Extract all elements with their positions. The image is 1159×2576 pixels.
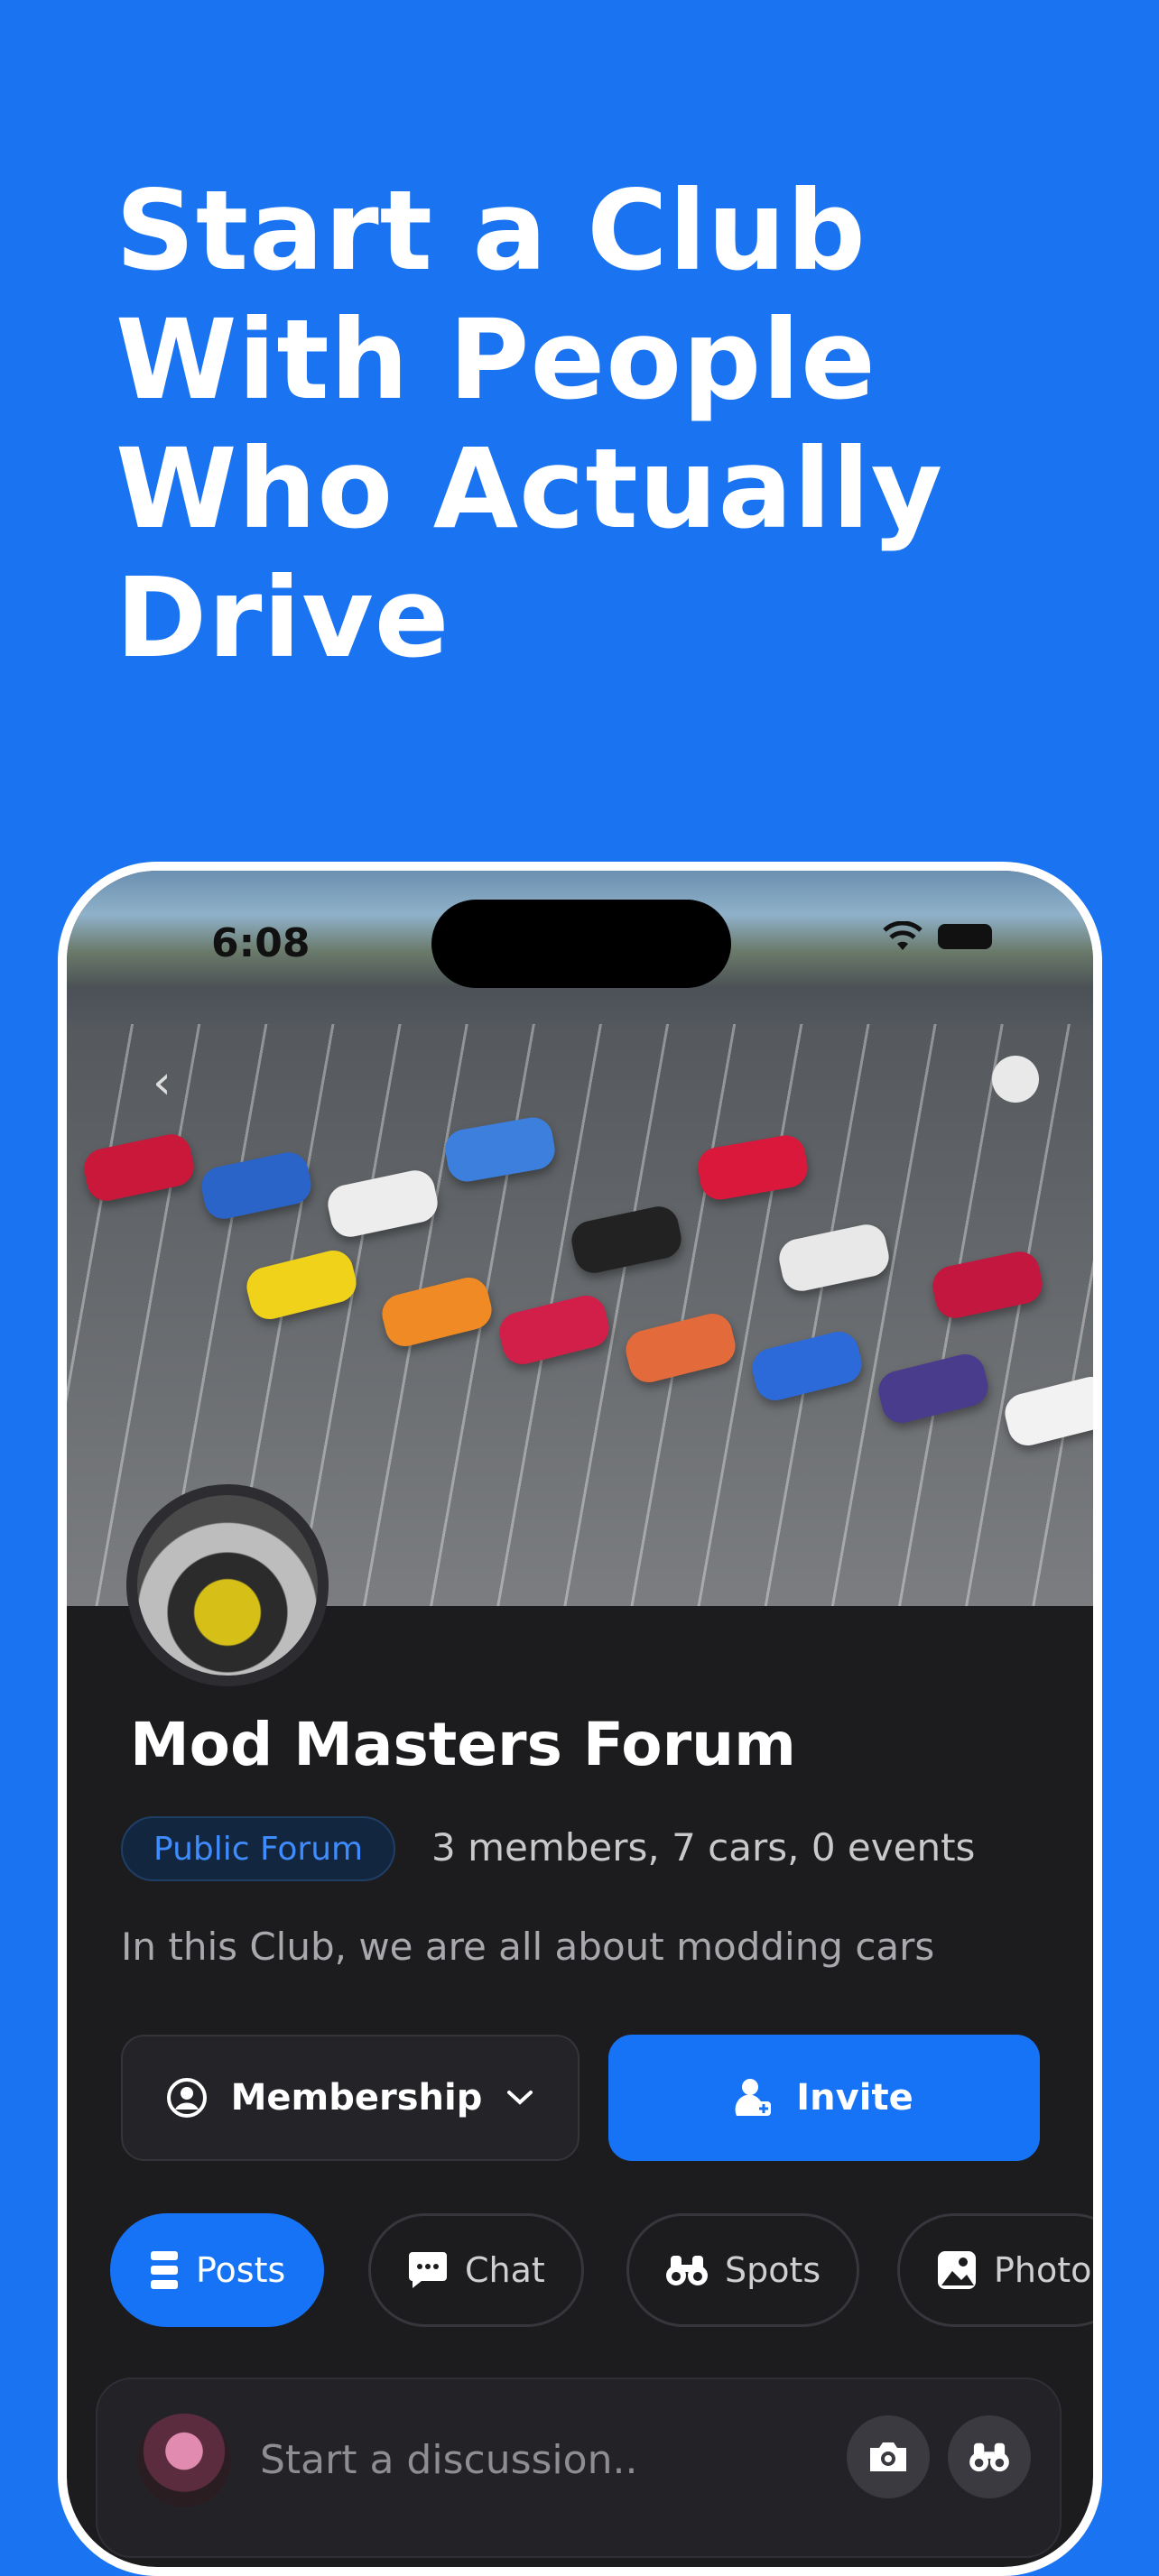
user-avatar (137, 2414, 231, 2507)
tab-photos-label: Photo (994, 2250, 1092, 2290)
posts-icon (151, 2251, 178, 2289)
membership-label: Membership (230, 2077, 483, 2119)
back-chevron-icon[interactable]: ‹ (153, 1056, 172, 1110)
promo-headline: Start a Club With People Who Actually Dr… (116, 167, 1072, 683)
tab-chat[interactable]: Chat (368, 2213, 584, 2327)
tab-spots-label: Spots (725, 2250, 821, 2290)
chevron-down-icon (507, 2091, 533, 2105)
tab-posts-label: Posts (196, 2250, 286, 2290)
discussion-composer[interactable]: Start a discussion.. (96, 2377, 1062, 2558)
dynamic-island (431, 900, 731, 988)
composer-placeholder[interactable]: Start a discussion.. (260, 2437, 637, 2483)
binoculars-icon (666, 2256, 708, 2285)
add-user-icon (735, 2079, 772, 2116)
headline-line-3: Who Actually (116, 425, 944, 553)
more-options-button[interactable] (992, 1056, 1039, 1103)
headline-line-2: With People (116, 296, 876, 424)
chat-icon (409, 2252, 447, 2288)
photo-icon (938, 2251, 976, 2289)
status-time: 6:08 (211, 920, 311, 966)
tab-spots[interactable]: Spots (626, 2213, 860, 2327)
invite-button[interactable]: Invite (608, 2035, 1040, 2161)
headline-line-4: Drive (116, 554, 450, 682)
club-avatar (126, 1484, 329, 1686)
membership-dropdown-button[interactable]: Membership (121, 2035, 580, 2161)
camera-icon (870, 2442, 906, 2471)
spot-button[interactable] (948, 2415, 1031, 2498)
battery-icon (938, 924, 992, 949)
club-stats: 3 members, 7 cars, 0 events (431, 1825, 976, 1870)
visibility-badge: Public Forum (121, 1816, 396, 1881)
club-description: In this Club, we are all about modding c… (121, 1925, 935, 1969)
tab-photos[interactable]: Photo (897, 2213, 1093, 2327)
tab-posts[interactable]: Posts (110, 2213, 325, 2327)
tab-chat-label: Chat (465, 2250, 545, 2290)
invite-label: Invite (796, 2077, 913, 2119)
status-icons (882, 921, 992, 952)
camera-button[interactable] (847, 2415, 930, 2498)
phone-frame: 6:08 ‹ Mod Masters Forum Public Forum 3 … (58, 862, 1102, 2576)
club-title: Mod Masters Forum (130, 1710, 796, 1779)
binoculars-icon (969, 2442, 1009, 2472)
wifi-icon (883, 921, 923, 950)
headline-line-1: Start a Club (116, 167, 867, 295)
user-circle-icon (166, 2078, 207, 2118)
